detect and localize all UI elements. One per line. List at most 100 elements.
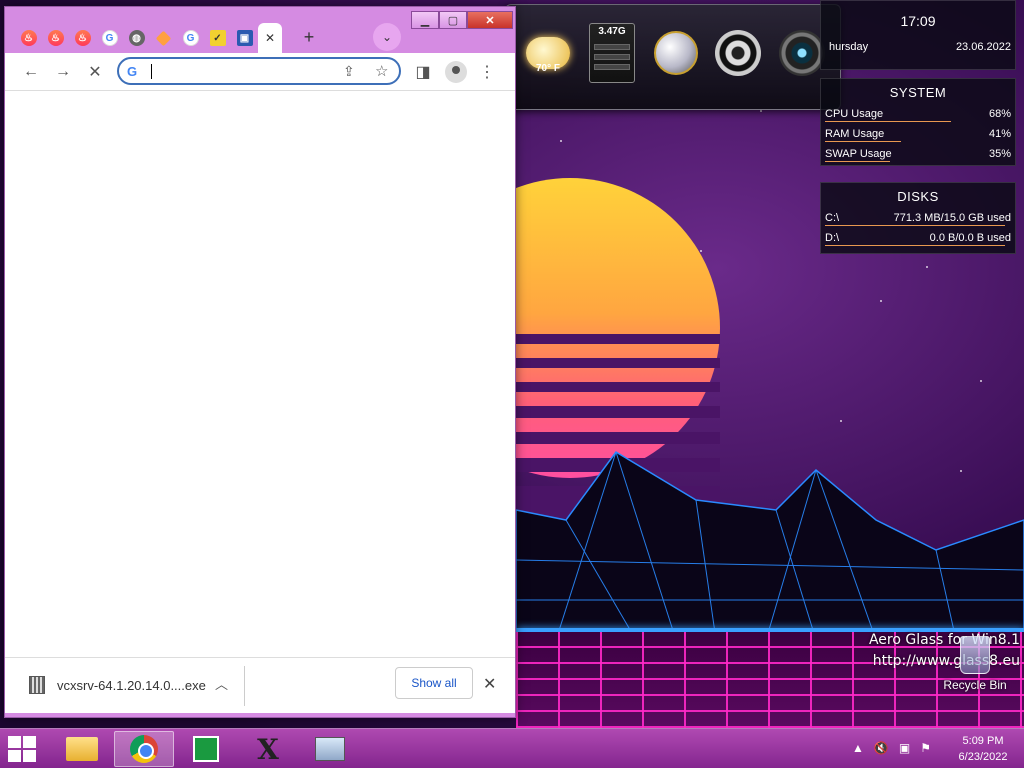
browser-toolbar: ← → ✕ G ⇪ ☆ ◨ ⋮: [5, 53, 515, 91]
menu-button[interactable]: ⋮: [477, 62, 497, 82]
disk-row-label: D:\: [825, 232, 840, 244]
memory-meter-icon: 3.47G: [589, 23, 635, 83]
recycle-bin-label: Recycle Bin: [943, 678, 1007, 692]
maximize-button[interactable]: ▢: [439, 11, 467, 29]
chevron-down-icon: ⌄: [381, 30, 393, 44]
chevron-up-icon[interactable]: ︿: [215, 674, 228, 693]
tab-close-icon[interactable]: ✕: [265, 31, 275, 45]
maximize-icon: ▢: [447, 14, 459, 27]
chrome-icon: [130, 735, 158, 763]
show-all-button[interactable]: Show all: [395, 667, 473, 699]
window-close-button[interactable]: ✕: [467, 11, 513, 29]
forward-button[interactable]: →: [53, 62, 73, 82]
download-divider: [244, 666, 245, 706]
gadget-clock-time: 17:09: [900, 13, 936, 29]
bookmark-star-icon[interactable]: ☆: [375, 62, 388, 80]
system-row-swap: SWAP Usage 35%: [821, 144, 1015, 164]
disk-divider: [825, 225, 1005, 226]
taskbar-store[interactable]: [176, 731, 236, 767]
camera-lens-icon: [779, 30, 825, 76]
google-icon: G: [127, 64, 138, 79]
usage-bar: [825, 141, 901, 142]
recycle-bin-icon: [960, 636, 990, 674]
plus-icon: +: [303, 26, 315, 47]
network-globe-launcher[interactable]: [650, 23, 702, 83]
x-server-icon: X: [257, 732, 279, 766]
weather-widget[interactable]: 70° F: [522, 23, 574, 83]
text-cursor: [151, 64, 152, 79]
tab-tinder-2[interactable]: ♨: [42, 23, 69, 53]
volume-muted-icon[interactable]: 🔇: [874, 741, 889, 755]
recycle-bin[interactable]: Recycle Bin: [940, 636, 1010, 692]
system-row-cpu: CPU Usage 68%: [821, 104, 1015, 124]
taskbar-time: 5:09 PM: [962, 735, 1004, 747]
start-button[interactable]: [8, 736, 38, 762]
close-download-shelf-icon[interactable]: ✕: [483, 674, 496, 694]
tinder-flame-icon: ♨: [74, 30, 91, 46]
wireframe-mountains: [516, 451, 1024, 640]
page-viewport[interactable]: [5, 91, 515, 657]
show-hidden-icons-icon[interactable]: ▲: [852, 741, 864, 755]
system-row-ram: RAM Usage 41%: [821, 124, 1015, 144]
blue-app-icon: ▣: [236, 30, 253, 46]
media-player-launcher[interactable]: [712, 23, 764, 83]
taskbar-monitor-app[interactable]: [300, 731, 360, 767]
tab-tinder-3[interactable]: ♨: [69, 23, 96, 53]
tab-google-1[interactable]: G: [96, 23, 123, 53]
gadget-clock-day: hursday: [829, 41, 869, 53]
tab-globe[interactable]: ◍: [123, 23, 150, 53]
tab-blue-app[interactable]: ▣: [231, 23, 258, 53]
action-center-icon[interactable]: ⚑: [920, 741, 931, 755]
exe-file-icon: [29, 676, 45, 694]
speaker-icon: [715, 30, 761, 76]
stop-loading-button[interactable]: ✕: [85, 62, 105, 82]
taskbar-clock[interactable]: 5:09 PM 6/23/2022: [948, 733, 1018, 765]
taskbar-xlaunch[interactable]: X: [238, 731, 298, 767]
globe-icon: [654, 31, 698, 75]
tab-diamond[interactable]: [150, 23, 177, 53]
tab-google-2[interactable]: G: [177, 23, 204, 53]
close-icon: ✕: [485, 14, 495, 27]
tab-search-button[interactable]: ⌄: [373, 23, 401, 51]
tinder-flame-icon: ♨: [47, 30, 64, 46]
profile-avatar[interactable]: [445, 61, 467, 83]
checkmark-icon: ✓: [209, 30, 226, 46]
weather-temperature: 70° F: [535, 63, 560, 74]
disk-row-d: D:\ 0.0 B/0.0 B used: [821, 228, 1015, 248]
side-panel-button[interactable]: ◨: [413, 62, 433, 82]
tab-active[interactable]: ✕: [258, 23, 282, 53]
taskbar-file-explorer[interactable]: [52, 731, 112, 767]
taskbar-chrome[interactable]: [114, 731, 174, 767]
system-row-label: SWAP Usage: [825, 148, 892, 160]
tab-checklist[interactable]: ✓: [204, 23, 231, 53]
gadget-clock-date: 23.06.2022: [955, 41, 1011, 53]
network-icon[interactable]: ▣: [899, 741, 910, 755]
address-input[interactable]: [149, 62, 329, 80]
minimize-button[interactable]: ▁: [411, 11, 439, 29]
system-gadget-title: SYSTEM: [889, 85, 947, 100]
memory-widget[interactable]: 3.47G: [586, 23, 638, 83]
disk-row-c: C:\ 771.3 MB/15.0 GB used: [821, 208, 1015, 228]
taskbar-date: 6/23/2022: [958, 751, 1008, 763]
tab-tinder-1[interactable]: ♨: [15, 23, 42, 53]
share-icon[interactable]: ⇪: [343, 63, 355, 80]
download-filename[interactable]: vcxsrv-64.1.20.14.0....exe: [57, 678, 206, 693]
disks-gadget: DISKS C:\ 771.3 MB/15.0 GB used D:\ 0.0 …: [820, 182, 1016, 254]
diamond-icon: [155, 30, 172, 46]
arrow-left-icon: ←: [23, 63, 39, 80]
launcher-dock: 70° F 3.47G: [505, 4, 841, 110]
disk-divider: [825, 245, 1005, 246]
google-icon: G: [182, 30, 199, 46]
disks-gadget-title: DISKS: [897, 189, 939, 204]
system-row-label: CPU Usage: [825, 108, 884, 120]
google-icon: G: [101, 30, 118, 46]
back-button[interactable]: ←: [21, 62, 41, 82]
disk-row-value: 771.3 MB/15.0 GB used: [893, 212, 1011, 224]
address-bar[interactable]: G ⇪ ☆: [117, 57, 401, 85]
tab-strip: ♨ ♨ ♨ G ◍ G ✓ ▣ ✕: [15, 21, 282, 53]
download-shelf: vcxsrv-64.1.20.14.0....exe ︿ Show all ✕: [5, 657, 515, 713]
system-monitor-gadget: SYSTEM CPU Usage 68% RAM Usage 41% SWAP …: [820, 78, 1016, 166]
kebab-menu-icon: ⋮: [479, 64, 495, 81]
new-tab-button[interactable]: +: [297, 25, 321, 49]
system-row-value: 68%: [988, 108, 1011, 120]
